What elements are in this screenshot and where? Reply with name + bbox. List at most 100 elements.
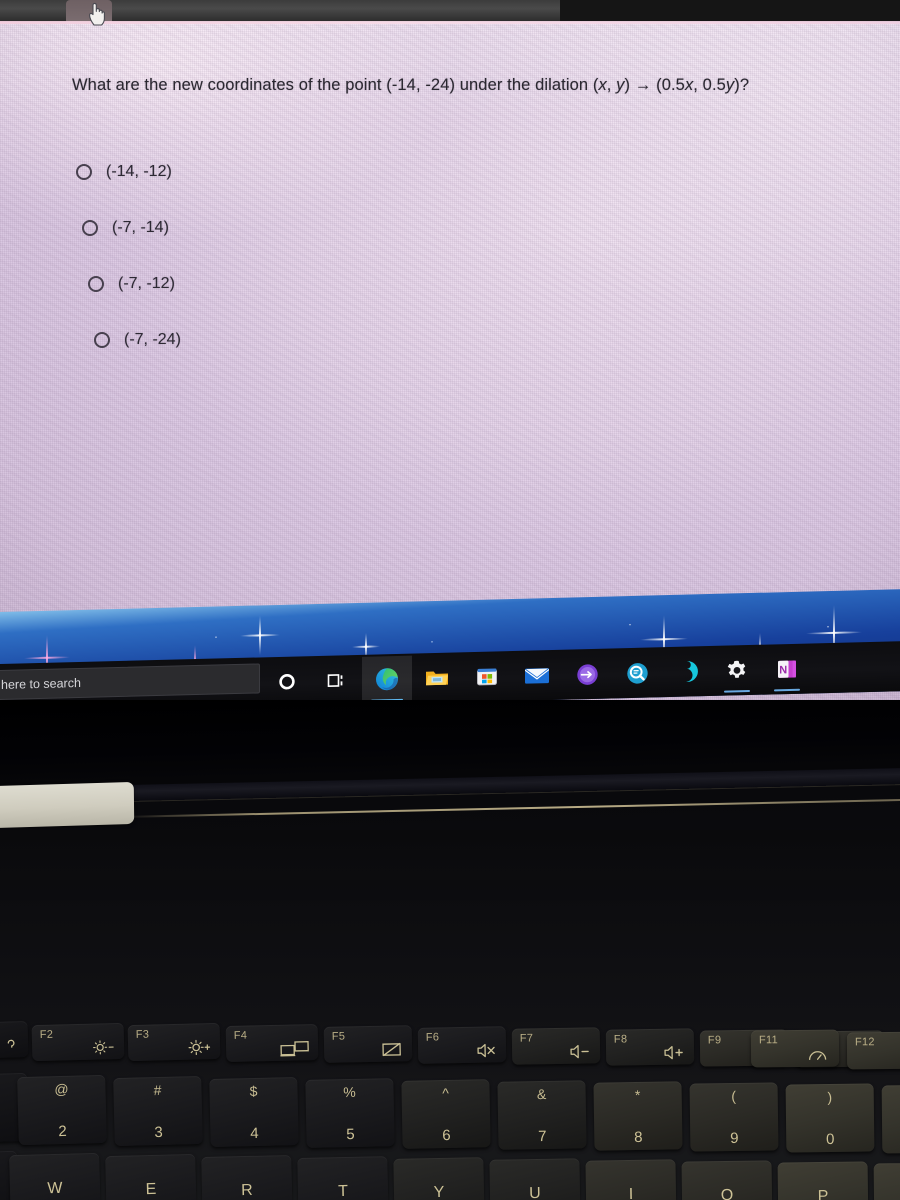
onenote-icon: N <box>778 660 797 678</box>
taskbar-item-cortana-circle[interactable] <box>262 658 312 705</box>
hand-pointer-cursor-icon <box>89 2 105 26</box>
key-f2[interactable]: F2 <box>31 1022 125 1062</box>
answer-option-c[interactable]: (-7, -12) <box>76 256 496 312</box>
taskbar-item-microsoft-edge[interactable] <box>362 655 412 703</box>
key-8[interactable]: * 8 <box>593 1081 683 1151</box>
key-label: F9 <box>707 1034 722 1047</box>
question-suffix: )? <box>734 76 750 94</box>
key-label: F11 <box>758 1034 779 1047</box>
key-label: F6 <box>425 1031 440 1044</box>
key-label: F5 <box>331 1030 346 1043</box>
taskbar-item-settings[interactable] <box>712 647 762 694</box>
question-mid: , 0.5 <box>693 76 726 94</box>
key-bracket-left[interactable] <box>873 1162 900 1200</box>
taskbar-item-cortana-ring[interactable] <box>662 648 712 695</box>
svg-text:N: N <box>779 664 787 676</box>
browser-chrome-edge <box>0 0 900 22</box>
laptop-hinge-highlight <box>120 798 900 818</box>
answer-option-label: (-7, -14) <box>112 219 169 236</box>
taskbar-search-input[interactable]: here to search <box>0 663 260 701</box>
taskbar-item-microsoft-store[interactable] <box>462 653 512 700</box>
key-upper-legend: * <box>634 1086 641 1104</box>
question-prefix: What are the new coordinates of the poin… <box>72 76 599 94</box>
key-w[interactable]: W <box>9 1152 101 1200</box>
key-f8[interactable]: F8 <box>605 1028 695 1066</box>
taskbar-item-onenote[interactable]: N <box>762 645 812 692</box>
key-legend: O <box>720 1186 734 1200</box>
key-3[interactable]: # 3 <box>113 1075 203 1147</box>
microsoft-store-icon <box>477 668 497 686</box>
radio-button-icon[interactable] <box>88 276 104 292</box>
laptop-body: F2 F3 F4 F5 F6 F7 F8 F9 F11 F12 @ 2 # 3 … <box>0 700 900 1200</box>
key-7[interactable]: & 7 <box>497 1080 587 1150</box>
settings-gear-icon <box>727 660 746 678</box>
task-view-icon <box>327 674 343 688</box>
mute-icon <box>477 1043 495 1058</box>
question-var-y: y <box>616 76 625 94</box>
key-5[interactable]: % 5 <box>305 1078 395 1148</box>
question-arrow: ) → (0.5 <box>624 76 685 94</box>
key-f6[interactable]: F6 <box>417 1026 507 1064</box>
key-o[interactable]: O <box>681 1160 773 1200</box>
key-label: F7 <box>519 1032 534 1045</box>
key-upper-legend: ^ <box>442 1084 450 1102</box>
key-t[interactable]: T <box>297 1156 389 1200</box>
key-f1[interactable] <box>0 1021 29 1059</box>
key-f5[interactable]: F5 <box>323 1025 413 1063</box>
radio-button-icon[interactable] <box>94 332 110 348</box>
microsoft-edge-icon <box>376 668 398 691</box>
answer-option-d[interactable]: (-7, -24) <box>76 312 496 368</box>
taskbar-item-mail[interactable] <box>512 652 562 699</box>
key-lower-legend: 4 <box>250 1124 259 1143</box>
answer-option-a[interactable]: (-14, -12) <box>76 144 496 200</box>
brightness-up-icon <box>188 1039 211 1056</box>
radio-button-icon[interactable] <box>76 164 92 180</box>
key-p[interactable]: P <box>777 1161 869 1200</box>
volume-down-icon <box>570 1044 589 1059</box>
key-upper-legend: & <box>536 1085 547 1103</box>
taskbar-item-task-view[interactable] <box>312 657 362 704</box>
keyboard-deck: F2 F3 F4 F5 F6 F7 F8 F9 F11 F12 @ 2 # 3 … <box>0 830 900 1200</box>
wallpaper-star <box>240 615 280 656</box>
key-upper-legend: _ <box>882 1090 900 1107</box>
key-upper-legend: % <box>343 1083 356 1101</box>
key-upper-legend: @ <box>54 1080 69 1098</box>
taskbar-item-your-phone[interactable] <box>562 651 612 698</box>
touchpad-toggle-icon <box>382 1042 401 1057</box>
answer-option-b[interactable]: (-7, -14) <box>76 200 496 256</box>
keyboard-qwerty-row: W E R T Y U I O P <box>0 1142 900 1200</box>
key-4[interactable]: $ 4 <box>209 1077 299 1147</box>
answer-option-label: (-7, -12) <box>118 275 175 292</box>
key-lower-legend: 3 <box>154 1123 163 1142</box>
keyboard-number-row: @ 2 # 3 $ 4 % 5 ^ 6 & 7 * 8 (9) 0 <box>0 1062 900 1154</box>
key-label: F2 <box>39 1028 54 1041</box>
key-u[interactable]: U <box>489 1158 581 1200</box>
question-comma: , <box>606 76 617 94</box>
key-legend: Y <box>433 1183 445 1200</box>
file-explorer-icon <box>426 671 448 686</box>
taskbar-item-file-explorer[interactable] <box>412 654 462 701</box>
key-f7[interactable]: F7 <box>511 1027 601 1065</box>
key-label: F12 <box>854 1036 875 1049</box>
key-f3[interactable]: F3 <box>127 1022 221 1062</box>
key-e[interactable]: E <box>105 1153 197 1200</box>
key-label: F4 <box>233 1029 248 1042</box>
brightness-down-icon <box>93 1040 114 1055</box>
key-r[interactable]: R <box>201 1154 293 1200</box>
key-legend: R <box>241 1181 253 1200</box>
key-i[interactable]: I <box>585 1159 677 1200</box>
laptop-sticker <box>0 781 135 829</box>
question-text: What are the new coordinates of the poin… <box>72 74 862 96</box>
question-var-x: x <box>598 76 607 94</box>
key-6[interactable]: ^ 6 <box>401 1079 491 1149</box>
key-2[interactable]: @ 2 <box>17 1074 107 1146</box>
key-y[interactable]: Y <box>393 1157 485 1200</box>
key-f4[interactable]: F4 <box>225 1023 319 1063</box>
taskbar-item-search[interactable] <box>612 649 662 696</box>
key-legend: E <box>145 1180 157 1199</box>
screen-top-edge-line <box>0 21 900 24</box>
key-label: F8 <box>613 1033 628 1046</box>
key-lower-legend: 2 <box>58 1122 67 1141</box>
browser-chrome-dark-area <box>560 0 900 22</box>
radio-button-icon[interactable] <box>82 220 98 236</box>
